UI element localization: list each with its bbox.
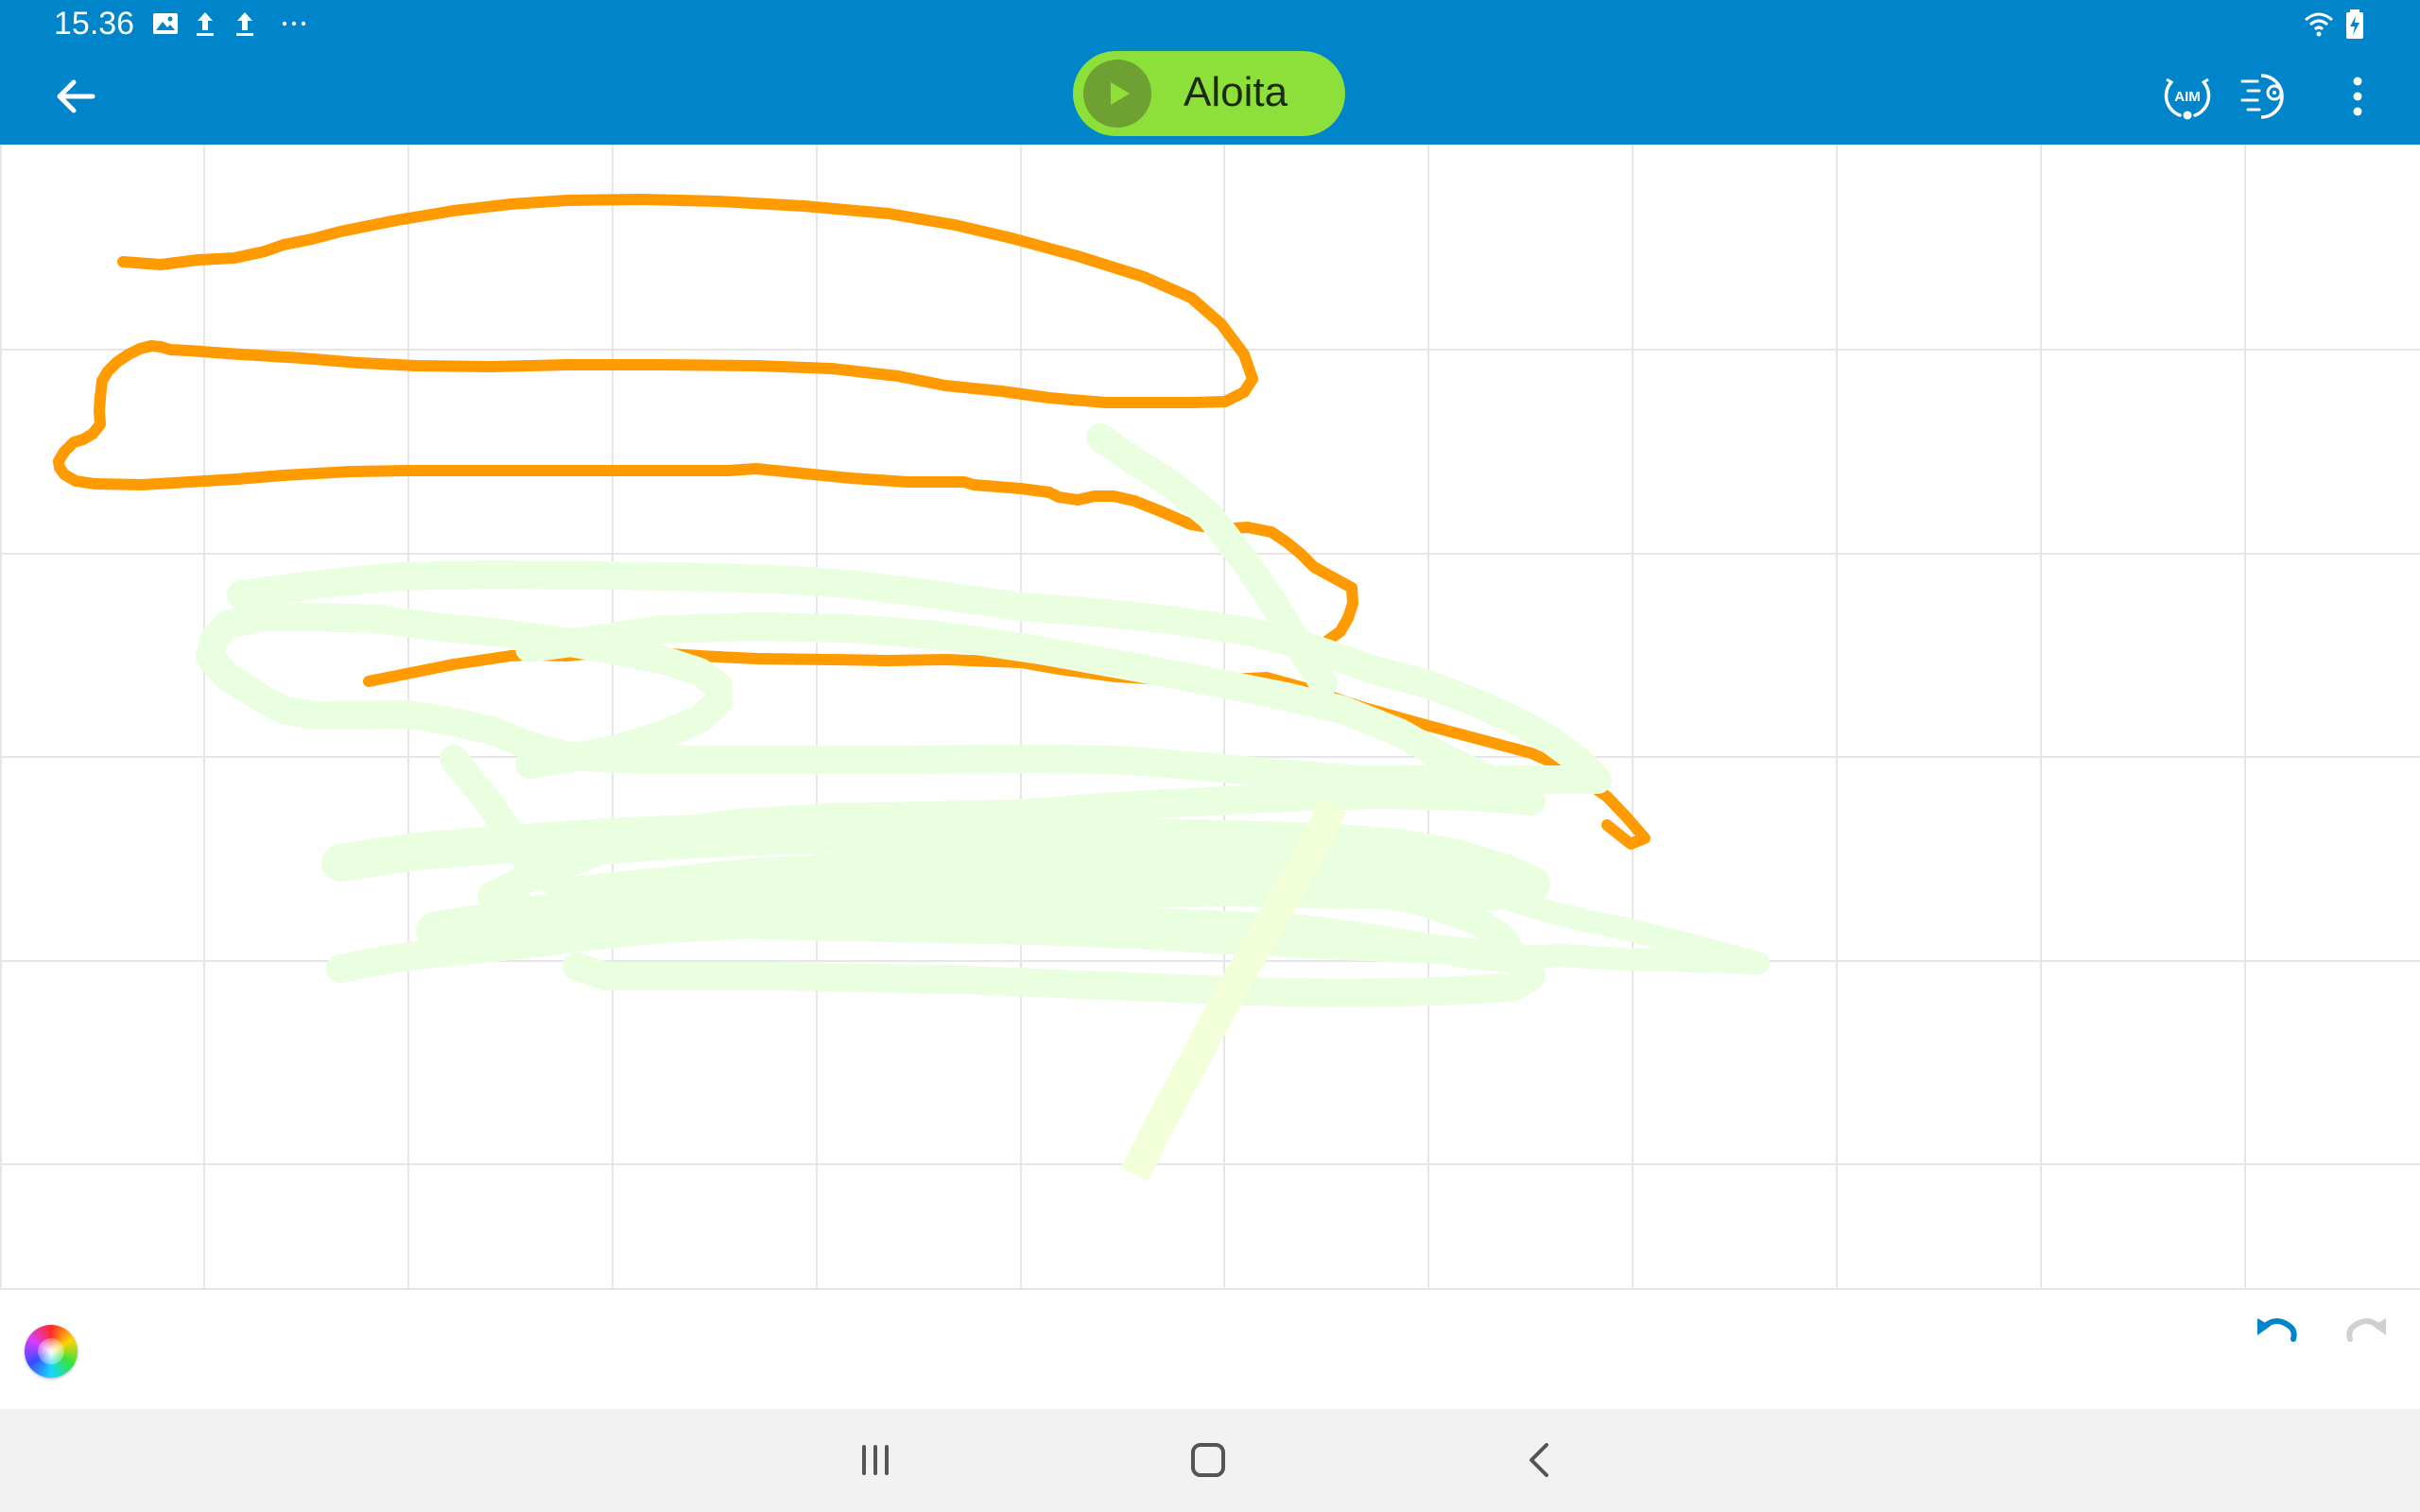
play-icon [1083,60,1151,128]
back-icon[interactable] [1511,1430,1571,1490]
aim-icon[interactable]: AIM [2157,66,2218,127]
redo-icon[interactable] [2342,1309,2394,1347]
system-nav-bar [0,1409,2420,1512]
green-diagonal-stroke [1086,423,1338,697]
speed-heading-icon[interactable] [2237,66,2297,127]
wifi-icon [2305,12,2333,37]
tool-strip [0,1290,2420,1409]
home-icon[interactable] [1178,1430,1238,1490]
image-notification-icon [153,13,178,34]
color-wheel-icon[interactable] [25,1325,78,1378]
upload-icon [236,12,253,36]
drawing-surface[interactable] [0,145,2420,1290]
svg-text:AIM: AIM [2174,89,2201,105]
upload-icon [197,12,214,36]
more-vert-icon[interactable] [2327,66,2388,127]
app-header: 15.36 Aloita AIM [0,0,2420,145]
recent-apps-icon[interactable] [845,1430,906,1490]
status-bar: 15.36 [0,0,2420,49]
battery-charging-icon [2346,9,2363,39]
undo-icon[interactable] [2250,1309,2301,1347]
start-button-label: Aloita [1184,69,1288,115]
back-arrow-icon[interactable] [45,66,106,127]
status-time: 15.36 [54,6,135,42]
drawing-canvas[interactable] [0,145,2420,1290]
start-button[interactable]: Aloita [1073,51,1345,136]
more-notifications-icon [282,21,306,26]
